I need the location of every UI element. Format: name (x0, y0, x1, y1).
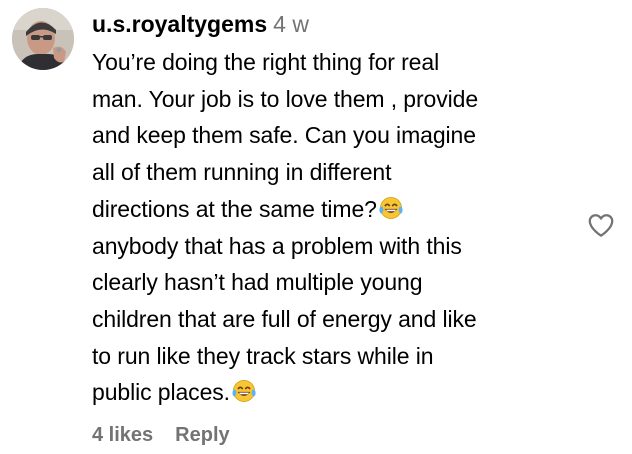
likes-count-link[interactable]: 4 likes (92, 424, 153, 446)
comment-text: You’re doing the right thing for real ma… (92, 44, 582, 411)
face-with-tears-of-joy-icon (379, 196, 403, 219)
username-link[interactable]: u.s.royaltygems (92, 11, 267, 37)
comment-line: You’re doing the right thing for real (92, 49, 440, 75)
comment-item: u.s.royaltygems 4 w You’re doing the righ… (0, 0, 632, 454)
heart-outline-icon (588, 214, 614, 237)
comment-line: children that are full of energy and lik… (92, 305, 477, 332)
comment-line: anybody that has a problem with this (92, 232, 462, 259)
comment-line: to run like they track stars while in (92, 342, 434, 369)
comment-line: all of them running in different (92, 159, 392, 186)
comment-line: and keep them safe. Can you imagine (92, 122, 476, 149)
comment-line: man. Your job is to love them , provide (92, 85, 479, 112)
face-with-tears-of-joy-icon (232, 380, 256, 403)
comment-body: u.s.royaltygems 4 w You’re doing the righ… (92, 8, 582, 411)
comment-header: u.s.royaltygems 4 w (92, 8, 582, 40)
comment-actions: 4 likes Reply (92, 420, 230, 450)
avatar-photo (12, 8, 74, 70)
comment-line-with-emoji: public places. (92, 374, 582, 411)
comment-line: clearly hasn’t had multiple young (92, 269, 423, 296)
comment-line-with-emoji: directions at the same time? (92, 191, 582, 228)
comment-line: directions at the same time? (92, 195, 377, 222)
like-button[interactable] (586, 210, 616, 240)
comment-line: public places. (92, 379, 230, 406)
reply-button[interactable]: Reply (175, 424, 229, 446)
timestamp[interactable]: 4 w (273, 11, 309, 37)
avatar[interactable] (12, 8, 74, 70)
